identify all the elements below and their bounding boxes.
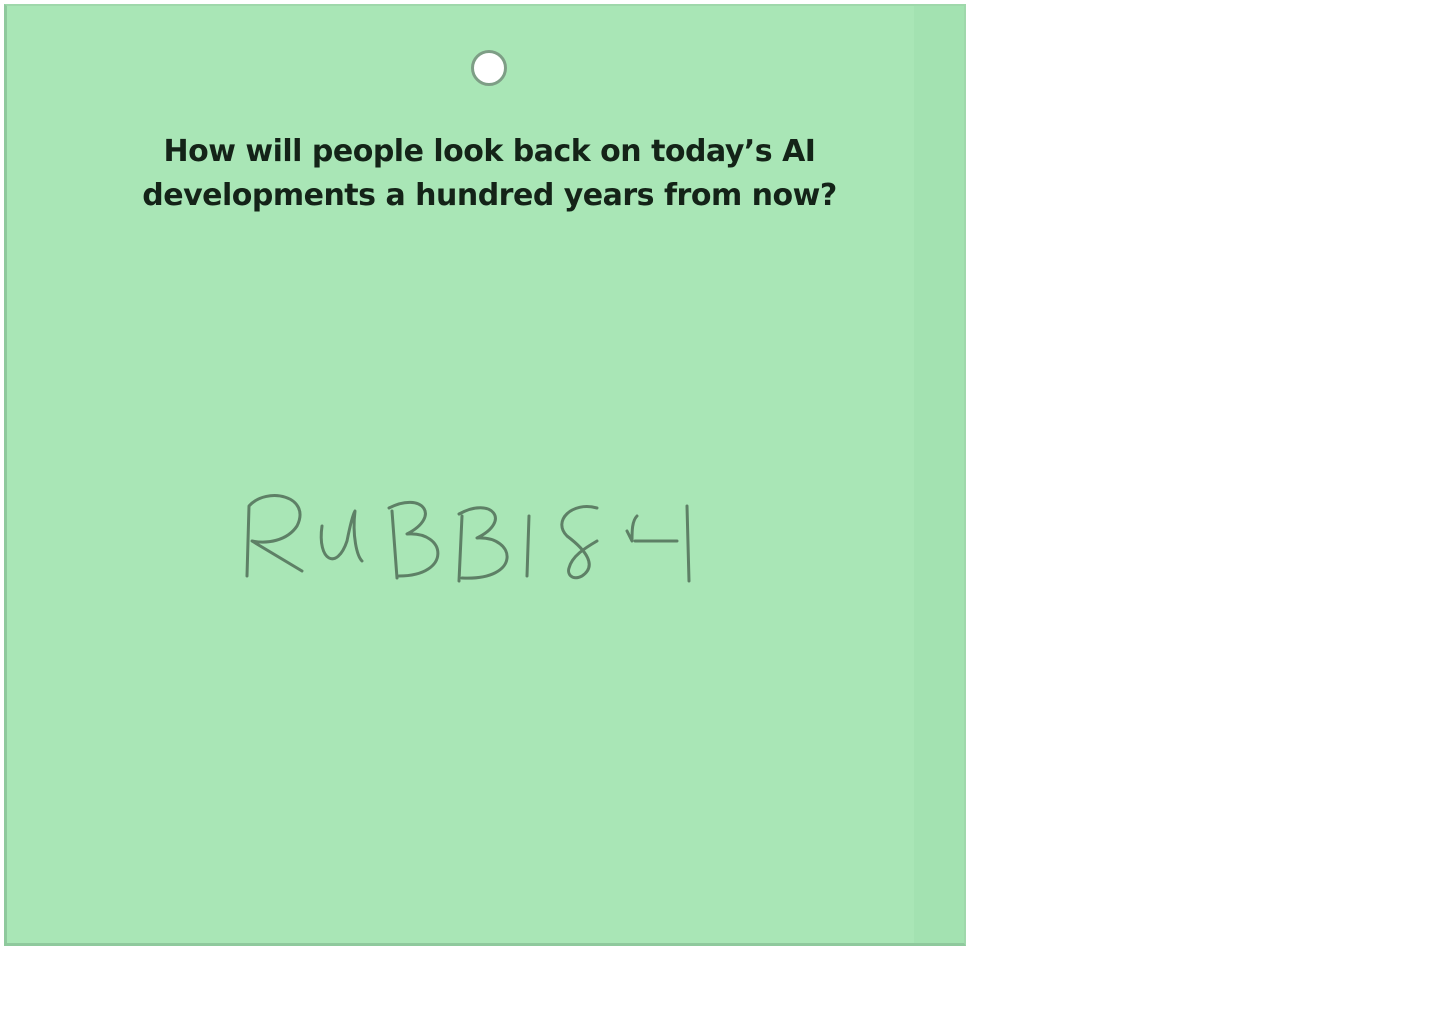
- question-line-1: How will people look back on today’s AI: [163, 134, 816, 169]
- question-line-2: developments a hundred years from now?: [142, 178, 837, 213]
- punch-hole: [471, 50, 507, 86]
- card-edge-shade: [914, 6, 964, 943]
- handwriting-drawing: [245, 494, 691, 583]
- handwritten-answer: RUBBISH: [237, 486, 717, 596]
- question-text: How will people look back on today’s AI …: [87, 130, 892, 218]
- response-card: How will people look back on today’s AI …: [4, 4, 966, 946]
